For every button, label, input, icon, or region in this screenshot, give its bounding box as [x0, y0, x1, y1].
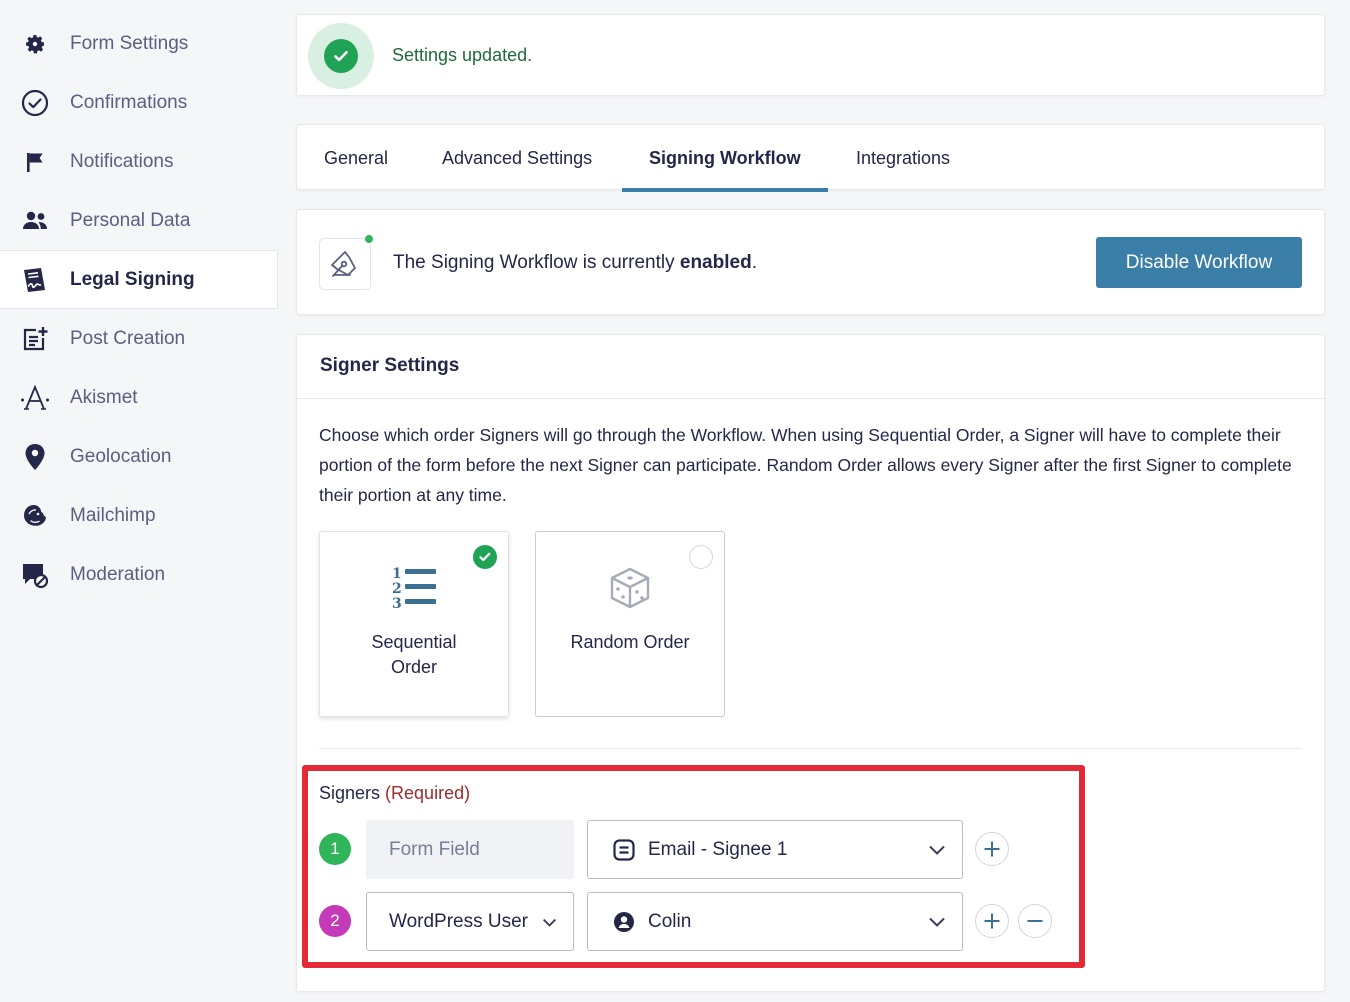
- field-icon: [612, 838, 636, 862]
- flag-icon: [20, 147, 50, 177]
- signer-2-type: WordPress User: [389, 910, 529, 932]
- workflow-status-panel: The Signing Workflow is currently enable…: [296, 209, 1325, 315]
- users-icon: [20, 206, 50, 236]
- plus-icon: [984, 913, 1000, 929]
- sidebar-item-confirmations[interactable]: Confirmations: [0, 73, 278, 132]
- signed-document-icon: [20, 265, 50, 295]
- disable-workflow-button[interactable]: Disable Workflow: [1096, 237, 1302, 288]
- notice-message: Settings updated.: [392, 45, 533, 65]
- signer-1-field-select[interactable]: Email - Signee 1: [587, 820, 963, 879]
- signer-settings-title: Signer Settings: [297, 335, 1324, 399]
- signer-number-2: 2: [319, 905, 351, 937]
- tab-advanced-settings[interactable]: Advanced Settings: [442, 125, 592, 191]
- svg-text:2: 2: [392, 581, 402, 597]
- random-order-label: Random Order: [570, 632, 690, 652]
- sidebar-item-personal-data[interactable]: Personal Data: [0, 191, 278, 250]
- signer-2-type-select[interactable]: WordPress User: [366, 892, 574, 951]
- user-icon: [612, 910, 636, 934]
- status-suffix: .: [751, 252, 757, 273]
- unselected-radio: [689, 545, 713, 569]
- signers-label-text: Signers: [319, 783, 381, 803]
- success-halo: [308, 23, 374, 89]
- add-signer-button[interactable]: [975, 832, 1009, 866]
- moderation-icon: [20, 560, 50, 590]
- sequential-order-option[interactable]: 1 2 3 Sequential Order: [319, 531, 509, 717]
- tab-integrations[interactable]: Integrations: [856, 125, 950, 191]
- signer-2-user-select[interactable]: Colin: [587, 892, 963, 951]
- sidebar-item-post-creation[interactable]: Post Creation: [0, 309, 278, 368]
- workflow-status-text: The Signing Workflow is currently enable…: [393, 252, 757, 274]
- sidebar-item-akismet[interactable]: Akismet: [0, 368, 278, 427]
- gear-icon: [20, 29, 50, 59]
- signer-settings-panel: Signer Settings Choose which order Signe…: [296, 334, 1325, 992]
- sequential-label-line1: Sequential: [371, 632, 457, 652]
- signer-order-description: Choose which order Signers will go throu…: [319, 425, 1292, 505]
- numbered-list-icon: 1 2 3: [392, 566, 436, 611]
- sidebar-item-geolocation[interactable]: Geolocation: [0, 427, 278, 486]
- sidebar-item-legal-signing[interactable]: Legal Signing: [0, 250, 278, 309]
- status-value: enabled: [679, 252, 752, 273]
- mailchimp-icon: [20, 501, 50, 531]
- signer-1-value: Email - Signee 1: [648, 838, 788, 860]
- tab-signing-workflow[interactable]: Signing Workflow: [622, 125, 828, 192]
- sidebar-item-label: Geolocation: [70, 445, 172, 467]
- sidebar-item-label: Moderation: [70, 563, 166, 585]
- sidebar-item-moderation[interactable]: Moderation: [0, 545, 278, 604]
- akismet-icon: [20, 383, 50, 413]
- sequential-label-line2: Order: [390, 657, 437, 677]
- sequential-order-label: Sequential Order: [320, 630, 508, 680]
- sidebar-item-label: Notifications: [70, 150, 174, 172]
- sidebar-item-mailchimp[interactable]: Mailchimp: [0, 486, 278, 545]
- post-add-icon: [20, 324, 50, 354]
- selected-check-icon: [473, 545, 497, 569]
- chevron-down-icon: [542, 914, 557, 936]
- tab-general[interactable]: General: [324, 125, 388, 191]
- pen-icon: [319, 234, 374, 290]
- svg-text:3: 3: [392, 596, 402, 611]
- settings-updated-notice: Settings updated.: [296, 14, 1325, 96]
- signer-1-type: Form Field: [366, 820, 574, 879]
- sidebar-item-label: Personal Data: [70, 209, 191, 231]
- sidebar-item-label: Form Settings: [70, 32, 189, 54]
- map-pin-icon: [20, 442, 50, 472]
- settings-sidebar: Form Settings Confirmations Notification…: [0, 14, 278, 604]
- signer-number-1: 1: [319, 833, 351, 865]
- success-check-icon: [324, 39, 358, 73]
- sidebar-item-form-settings[interactable]: Form Settings: [0, 14, 278, 73]
- sidebar-item-label: Legal Signing: [70, 268, 195, 290]
- section-divider: [319, 748, 1302, 749]
- dice-icon: [610, 567, 650, 609]
- sidebar-item-label: Mailchimp: [70, 504, 156, 526]
- chevron-down-icon: [928, 913, 946, 937]
- sidebar-item-notifications[interactable]: Notifications: [0, 132, 278, 191]
- sidebar-item-label: Post Creation: [70, 327, 186, 349]
- check-circle-icon: [20, 88, 50, 118]
- sidebar-item-label: Confirmations: [70, 91, 188, 113]
- random-order-option[interactable]: Random Order: [535, 531, 725, 717]
- settings-tabs: General Advanced Settings Signing Workfl…: [296, 124, 1325, 192]
- chevron-down-icon: [928, 841, 946, 865]
- add-signer-button[interactable]: [975, 904, 1009, 938]
- minus-icon: [1027, 920, 1043, 922]
- enabled-status-dot: [364, 234, 374, 244]
- plus-icon: [984, 841, 1000, 857]
- signers-label: Signers (Required): [319, 783, 470, 804]
- status-prefix: The Signing Workflow is currently: [393, 252, 680, 273]
- sidebar-item-label: Akismet: [70, 386, 138, 408]
- required-indicator: (Required): [385, 783, 471, 803]
- signer-2-value: Colin: [648, 910, 692, 932]
- remove-signer-button[interactable]: [1018, 904, 1052, 938]
- svg-text:1: 1: [392, 566, 402, 582]
